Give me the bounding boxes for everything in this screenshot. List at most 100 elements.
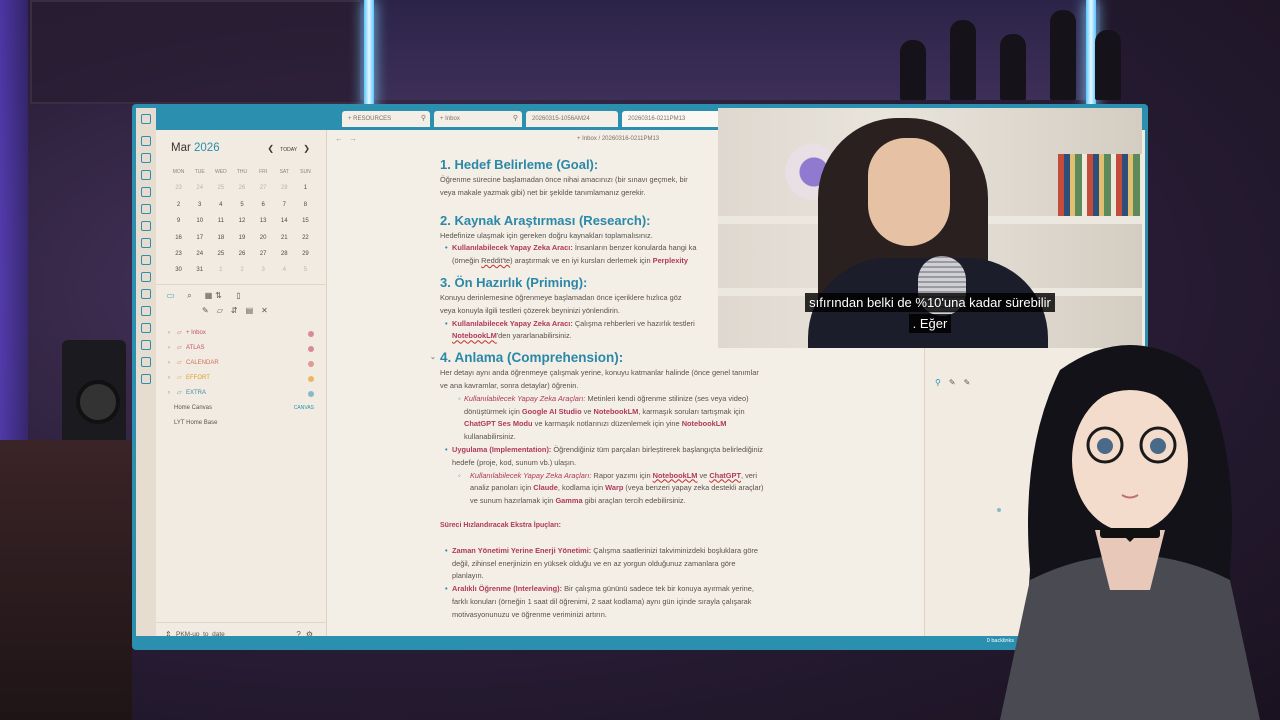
tab-inbox[interactable]: + Inbox ⚲ xyxy=(434,111,522,127)
chevron-right-icon[interactable]: › xyxy=(168,386,170,401)
calendar-day[interactable]: 10 xyxy=(189,213,210,229)
back-icon[interactable]: ← xyxy=(335,134,349,143)
tab-resources[interactable]: + RESOURCES ⚲ xyxy=(342,111,430,127)
tree-item[interactable]: › ▱ EXTRA xyxy=(156,386,326,401)
terminal-icon[interactable] xyxy=(141,255,151,265)
calendar-day[interactable]: 26 xyxy=(231,180,252,196)
pen-icon[interactable]: ✎ xyxy=(949,378,964,387)
calendar-day[interactable]: 20 xyxy=(253,230,274,246)
calendar-day[interactable]: 29 xyxy=(295,246,316,262)
tree-item-label: CALENDAR xyxy=(186,360,219,366)
calendar-day[interactable]: 22 xyxy=(295,230,316,246)
note-icon[interactable] xyxy=(141,153,151,163)
calendar-day[interactable]: 27 xyxy=(253,180,274,196)
calendar-day[interactable]: 21 xyxy=(274,230,295,246)
chevron-right-icon[interactable]: › xyxy=(168,326,170,341)
calendar-day[interactable]: 31 xyxy=(189,262,210,278)
calendar-day[interactable]: 1 xyxy=(295,180,316,196)
color-dot xyxy=(308,375,314,382)
calendar-day[interactable]: 14 xyxy=(274,213,295,229)
today-button[interactable]: TODAY xyxy=(280,147,297,153)
publish-icon[interactable] xyxy=(141,323,151,333)
calendar-day[interactable]: 8 xyxy=(295,197,316,213)
calendar-day[interactable]: 7 xyxy=(274,197,295,213)
calendar-day[interactable]: 24 xyxy=(189,246,210,262)
next-month-icon[interactable]: ❯ xyxy=(303,144,310,153)
calendar-day[interactable]: 13 xyxy=(253,213,274,229)
kanban-icon[interactable] xyxy=(141,289,151,299)
graph-view-icon[interactable]: ⚲ xyxy=(935,378,949,387)
graph-icon[interactable] xyxy=(141,170,151,180)
tab-note-1[interactable]: 20260315-1056AM24 xyxy=(526,111,618,127)
calendar-day[interactable]: 28 xyxy=(274,246,295,262)
sort-icon[interactable]: ⇅ xyxy=(214,291,223,300)
calendar-day[interactable]: 4 xyxy=(210,197,231,213)
calendar-day[interactable]: 15 xyxy=(295,213,316,229)
color-dot xyxy=(308,345,314,352)
calendar-day[interactable]: 3 xyxy=(253,262,274,278)
pin-icon[interactable]: ⚲ xyxy=(421,111,426,127)
chevron-right-icon[interactable]: › xyxy=(168,356,170,371)
tree-item[interactable]: › ▱ EFFORT xyxy=(156,371,326,386)
bookmark-icon[interactable] xyxy=(141,306,151,316)
calendar-day[interactable]: 25 xyxy=(210,246,231,262)
templates-icon[interactable] xyxy=(141,221,151,231)
sync-icon[interactable] xyxy=(141,340,151,350)
pin-icon[interactable]: ⚲ xyxy=(513,111,518,127)
calendar-day[interactable]: 11 xyxy=(210,213,231,229)
new-note-icon[interactable]: ✎ xyxy=(202,306,217,315)
calendar-day[interactable]: 6 xyxy=(253,197,274,213)
calendar-day[interactable]: 9 xyxy=(168,213,189,229)
calendar-day[interactable]: 5 xyxy=(231,197,252,213)
tree-item[interactable]: LYT Home Base xyxy=(156,416,326,431)
new-folder-icon[interactable]: ▱ xyxy=(217,306,231,315)
calendar-day[interactable]: 27 xyxy=(253,246,274,262)
bookmarks-icon[interactable]: ▦ xyxy=(204,291,213,300)
calendar-day[interactable]: 17 xyxy=(189,230,210,246)
calendar-day[interactable]: 26 xyxy=(231,246,252,262)
calendar-day[interactable]: 25 xyxy=(210,180,231,196)
canvas-icon[interactable] xyxy=(141,187,151,197)
collapse-icon[interactable]: ▤ xyxy=(246,306,262,315)
prev-month-icon[interactable]: ❮ xyxy=(267,144,274,153)
calendar-day[interactable]: 3 xyxy=(189,197,210,213)
calendar-day[interactable]: 19 xyxy=(231,230,252,246)
calendar-day[interactable]: 28 xyxy=(274,180,295,196)
calendar-day[interactable]: 5 xyxy=(295,262,316,278)
folder-icon[interactable]: ▭ xyxy=(166,291,175,300)
calendar-day[interactable]: 2 xyxy=(168,197,189,213)
calendar-day[interactable]: 23 xyxy=(168,180,189,196)
help-icon[interactable] xyxy=(141,374,151,384)
calendar-day[interactable]: 2 xyxy=(231,262,252,278)
calendar-icon[interactable] xyxy=(141,204,151,214)
forward-icon[interactable]: → xyxy=(349,134,363,143)
list-icon[interactable] xyxy=(141,272,151,282)
calendar-day[interactable]: 12 xyxy=(231,213,252,229)
files-icon[interactable] xyxy=(141,136,151,146)
tab-label: RESOURCES xyxy=(353,116,392,122)
new-file-icon[interactable]: ▯ xyxy=(234,291,243,300)
tree-item[interactable]: › ▱ ATLAS xyxy=(156,341,326,356)
pen-alt-icon[interactable]: ✎ xyxy=(964,378,979,387)
fold-icon[interactable]: ⌄ xyxy=(430,349,436,367)
calendar-day[interactable]: 18 xyxy=(210,230,231,246)
sidebar-toggle-icon[interactable] xyxy=(141,114,151,124)
tree-item[interactable]: › ▱ CALENDAR xyxy=(156,356,326,371)
calendar-day[interactable]: 16 xyxy=(168,230,189,246)
breadcrumb[interactable]: + Inbox / 20260316-0211PM13 xyxy=(577,136,659,142)
export-icon[interactable] xyxy=(141,357,151,367)
tree-item[interactable]: Home Canvas CANVAS xyxy=(156,401,326,416)
tag-icon[interactable] xyxy=(141,238,151,248)
tree-item[interactable]: › ▱ + Inbox xyxy=(156,326,326,341)
close-icon[interactable]: ✕ xyxy=(261,306,276,315)
calendar-day[interactable]: 30 xyxy=(168,262,189,278)
sort-order-icon[interactable]: ⇵ xyxy=(231,306,246,315)
tab-note-2-active[interactable]: 20260316-0211PM13 xyxy=(622,111,722,127)
calendar-day[interactable]: 4 xyxy=(274,262,295,278)
calendar-day[interactable]: 23 xyxy=(168,246,189,262)
chevron-right-icon[interactable]: › xyxy=(168,341,170,356)
calendar-day[interactable]: 24 xyxy=(189,180,210,196)
search-icon[interactable]: ⌕ xyxy=(185,291,194,300)
chevron-right-icon[interactable]: › xyxy=(168,371,170,386)
calendar-day[interactable]: 1 xyxy=(210,262,231,278)
